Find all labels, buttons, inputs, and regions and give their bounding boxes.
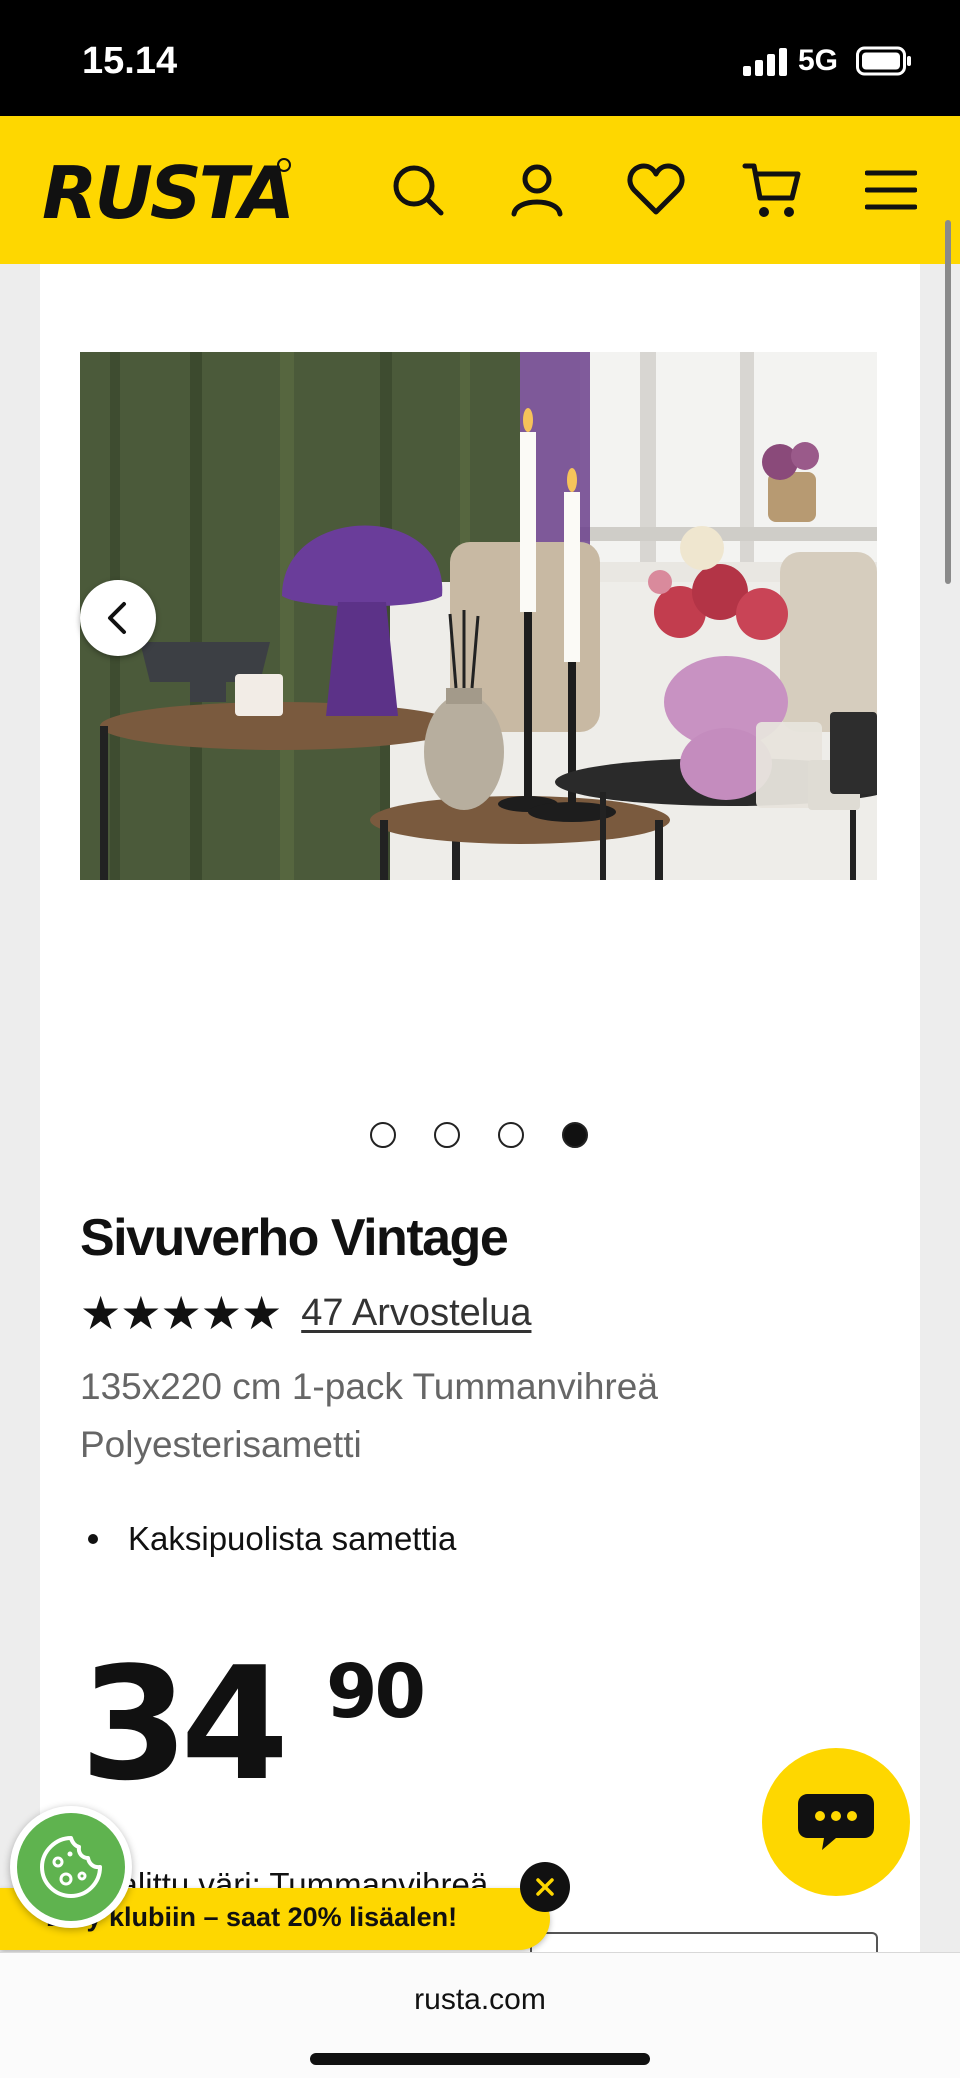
gallery-pagination (370, 1122, 588, 1148)
rating-row: ★★★★★ 47 Arvostelua (80, 1286, 531, 1340)
home-indicator (310, 2053, 650, 2065)
reviews-link[interactable]: 47 Arvostelua (301, 1292, 531, 1335)
gallery-prev-button[interactable] (80, 580, 156, 656)
search-icon[interactable] (382, 154, 454, 226)
menu-icon[interactable] (855, 154, 927, 226)
gallery-dot-1[interactable] (370, 1122, 396, 1148)
feature-bullet-text: Kaksipuolista samettia (128, 1520, 457, 1557)
rusta-logo[interactable]: RUSTA (38, 151, 298, 235)
status-time: 15.14 (82, 40, 178, 82)
product-card: Sivuverho Vintage ★★★★★ 47 Arvostelua 13… (40, 264, 920, 1952)
account-icon[interactable] (501, 154, 573, 226)
svg-text:RUSTA: RUSTA (42, 152, 292, 232)
color-select[interactable] (530, 1932, 878, 1952)
wishlist-heart-icon[interactable] (620, 154, 692, 226)
description-line-2: Polyesterisametti (80, 1424, 362, 1465)
chat-button[interactable] (762, 1748, 910, 1896)
description-line-1: 135x220 cm 1-pack Tummanvihreä (80, 1366, 658, 1407)
price-cents: 90 (326, 1649, 426, 1735)
scrollbar[interactable] (945, 220, 951, 584)
product-title: Sivuverho Vintage (80, 1209, 509, 1267)
chat-bubble-icon (798, 1794, 874, 1850)
close-icon (536, 1878, 554, 1896)
status-bar: 15.14 5G (0, 0, 960, 116)
battery-icon (856, 46, 912, 76)
network-type: 5G (798, 44, 839, 77)
cookie-icon (17, 1813, 125, 1921)
feature-bullet: Kaksipuolista samettia (80, 1520, 456, 1558)
product-image[interactable] (80, 352, 877, 880)
chevron-left-icon (108, 602, 126, 634)
bullet-icon (88, 1534, 98, 1544)
price-main: 34 (80, 1633, 289, 1815)
browser-bar: rusta.com (0, 1952, 960, 2078)
product-description: 135x220 cm 1-pack Tummanvihreä Polyester… (80, 1358, 840, 1474)
close-promo-button[interactable] (520, 1862, 570, 1912)
rating-stars: ★★★★★ (80, 1286, 282, 1340)
url-bar[interactable]: rusta.com (0, 1983, 960, 2017)
site-header: RUSTA (0, 116, 960, 264)
cart-icon[interactable] (737, 154, 809, 226)
signal-icon (743, 48, 787, 76)
gallery-dot-2[interactable] (434, 1122, 460, 1148)
cookie-settings-button[interactable] (10, 1806, 132, 1928)
gallery-dot-3[interactable] (498, 1122, 524, 1148)
gallery-dot-4[interactable] (562, 1122, 588, 1148)
